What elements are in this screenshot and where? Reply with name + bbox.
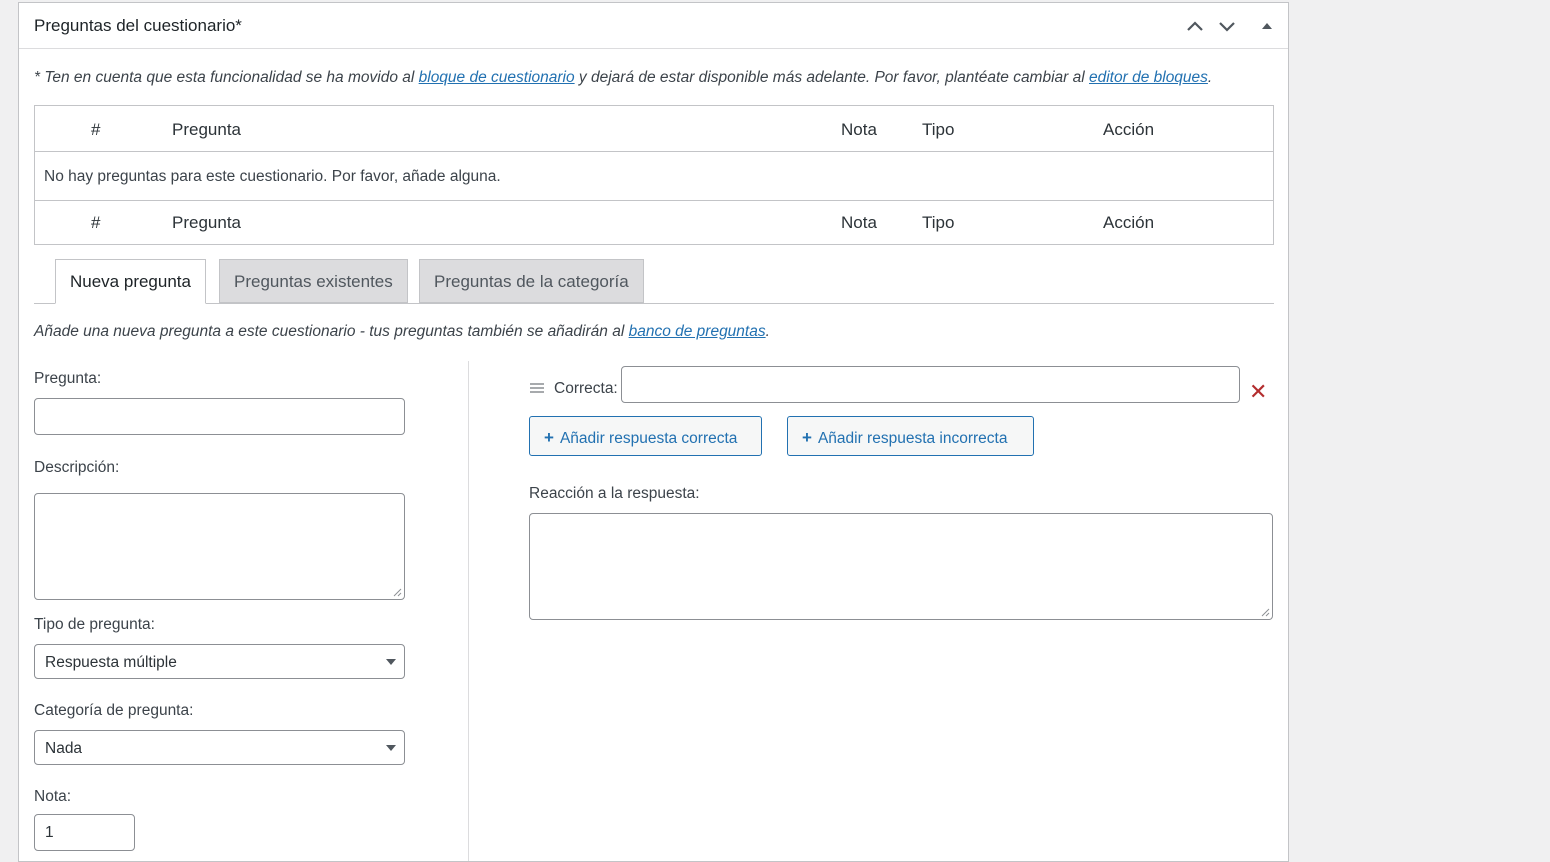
column-footer-type: Tipo <box>922 213 955 232</box>
migration-notice: * Ten en cuenta que esta funcionalidad s… <box>34 69 1212 87</box>
tab-existing-questions[interactable]: Preguntas existentes <box>219 259 408 303</box>
tab-category-questions[interactable]: Preguntas de la categoría <box>419 259 644 303</box>
questions-table: # Pregunta Nota Tipo Acción No hay pregu… <box>34 105 1274 245</box>
plus-icon: + <box>802 428 812 447</box>
table-header: # Pregunta Nota Tipo Acción <box>35 106 1273 152</box>
close-icon[interactable]: ✕ <box>1249 381 1267 403</box>
description-text: Añade una nueva pregunta a este cuestion… <box>34 323 629 340</box>
column-footer-number: # <box>91 213 101 232</box>
add-incorrect-answer-button[interactable]: + Añadir respuesta incorrecta <box>787 416 1034 456</box>
chevron-down-icon[interactable] <box>1214 13 1240 39</box>
grade-input[interactable] <box>34 814 135 851</box>
question-label: Pregunta: <box>34 370 102 387</box>
question-category-value: Nada <box>45 740 83 757</box>
description-text: . <box>765 323 770 340</box>
resize-handle-icon[interactable] <box>1261 608 1270 617</box>
column-header-grade: Nota <box>841 120 877 139</box>
correct-answer-input[interactable] <box>621 366 1240 403</box>
column-header-number: # <box>91 120 101 139</box>
block-editor-link[interactable]: editor de bloques <box>1089 69 1208 86</box>
notice-text: y dejará de estar disponible más adelant… <box>574 69 1089 86</box>
question-input[interactable] <box>34 398 405 435</box>
question-type-select[interactable]: Respuesta múltiple <box>34 644 405 679</box>
add-correct-answer-button[interactable]: + Añadir respuesta correcta <box>529 416 762 456</box>
table-row: No hay preguntas para este cuestionario.… <box>35 152 1273 201</box>
plus-icon: + <box>544 428 554 447</box>
table-footer: # Pregunta Nota Tipo Acción <box>35 201 1273 245</box>
correct-answer-label: Correcta: <box>554 380 618 397</box>
question-type-value: Respuesta múltiple <box>45 654 177 671</box>
dropdown-arrow-icon <box>386 745 396 751</box>
quiz-block-link[interactable]: bloque de cuestionario <box>419 69 575 86</box>
column-footer-grade: Nota <box>841 213 877 232</box>
add-incorrect-answer-label: Añadir respuesta incorrecta <box>817 430 1008 447</box>
chevron-up-icon[interactable] <box>1182 13 1208 39</box>
tab-new-question[interactable]: Nueva pregunta <box>55 259 206 304</box>
new-question-description: Añade una nueva pregunta a este cuestion… <box>34 323 770 341</box>
column-header-action: Acción <box>1103 120 1155 139</box>
metabox-header: Preguntas del cuestionario* <box>19 3 1288 49</box>
empty-table-message: No hay preguntas para este cuestionario.… <box>44 168 501 185</box>
column-header-type: Tipo <box>922 120 955 139</box>
quiz-questions-metabox: Preguntas del cuestionario* * Ten en cue… <box>18 2 1289 862</box>
question-category-label: Categoría de pregunta: <box>34 702 194 719</box>
resize-handle-icon[interactable] <box>393 588 402 597</box>
add-correct-answer-label: Añadir respuesta correcta <box>559 430 738 447</box>
notice-text: * Ten en cuenta que esta funcionalidad s… <box>34 69 419 86</box>
question-type-label: Tipo de pregunta: <box>34 616 155 633</box>
description-textarea[interactable] <box>34 493 405 600</box>
notice-text: . <box>1207 69 1213 86</box>
question-category-select[interactable]: Nada <box>34 730 405 765</box>
column-header-question: Pregunta <box>172 120 241 139</box>
column-divider <box>468 361 469 861</box>
question-bank-link[interactable]: banco de preguntas <box>629 323 766 340</box>
answer-feedback-textarea[interactable] <box>529 513 1273 620</box>
drag-handle-icon[interactable] <box>530 383 544 393</box>
grade-label: Nota: <box>34 788 72 805</box>
answer-feedback-label: Reacción a la respuesta: <box>529 485 700 502</box>
question-tabs: Nueva pregunta Preguntas existentes Preg… <box>34 259 1274 304</box>
triangle-up-icon[interactable] <box>1254 13 1280 39</box>
description-label: Descripción: <box>34 459 120 476</box>
column-footer-question: Pregunta <box>172 213 241 232</box>
column-footer-action: Acción <box>1103 213 1155 232</box>
dropdown-arrow-icon <box>386 659 396 665</box>
metabox-title: Preguntas del cuestionario* <box>34 16 242 35</box>
